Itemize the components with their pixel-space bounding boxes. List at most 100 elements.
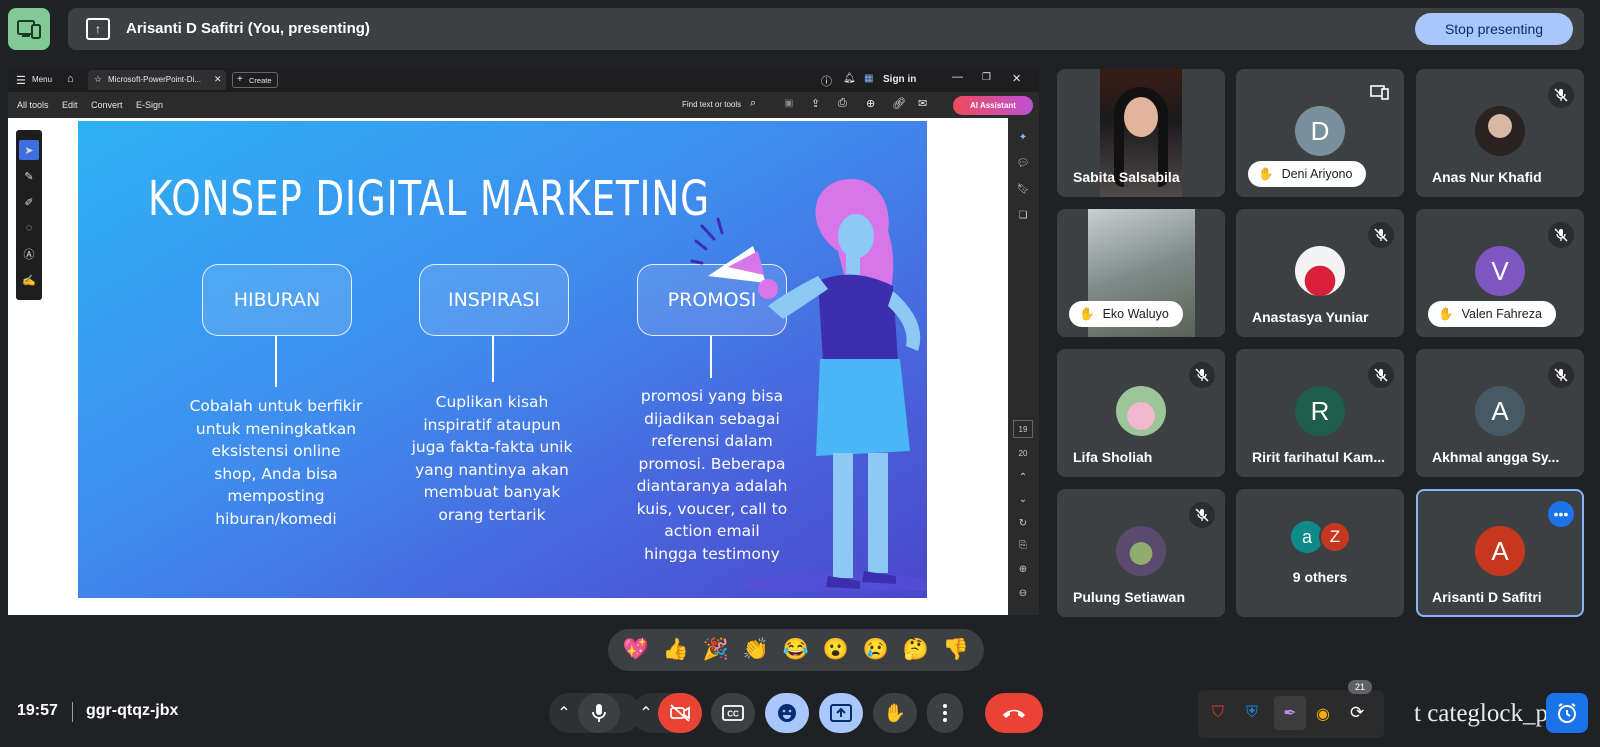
desc-hiburan: Cobalah untuk berfikir untuk meningkatka… [186,395,366,530]
meeting-code[interactable]: ggr-qtqz-jbx [86,702,178,720]
leave-call-button[interactable] [985,693,1043,733]
menu-label[interactable]: Menu [32,75,52,84]
upload-icon[interactable]: ⇪ [811,97,820,110]
tool-all-tools[interactable]: All tools [17,100,49,110]
close-window-icon[interactable]: ✕ [1012,72,1021,85]
page-up-icon[interactable]: ⌃ [1013,468,1033,486]
close-tab-icon[interactable]: ✕ [214,74,222,85]
hand-icon: ✋ [1079,306,1095,321]
zoom-in-icon[interactable]: ⊕ [1013,560,1033,578]
captions-button[interactable]: CC [711,693,755,733]
divider [72,702,73,722]
zoom-out-icon[interactable]: ⊖ [1013,584,1033,602]
alarm-clock-button[interactable] [1546,693,1588,733]
reaction-sad[interactable]: 😢 [863,638,889,662]
comment-tool-icon[interactable]: ✎ [19,166,39,186]
participant-tile[interactable]: D ✋ Deni Ariyono [1236,69,1404,197]
mic-options-chevron-icon[interactable]: ⌃ [549,693,579,733]
pages-icon[interactable]: ❏ [1013,206,1033,224]
print-icon[interactable]: ⎙ [838,97,847,110]
menu-icon[interactable]: ☰ [16,74,26,87]
more-options-icon[interactable]: ••• [1548,501,1574,527]
defender-shield-icon[interactable]: ⛨ [1246,704,1258,722]
mcafee-icon[interactable]: ⛉ [1212,704,1224,722]
sync-icon[interactable]: ⟳ [1350,703,1364,723]
participant-tile[interactable]: Sabita Salsabila [1057,69,1225,197]
reactions-button[interactable] [765,693,809,733]
participant-tile[interactable]: ✋ Eko Waluyo [1057,209,1225,337]
others-tile[interactable]: a Z 9 others [1236,489,1404,617]
page-down-icon[interactable]: ⌄ [1013,490,1033,508]
page-current[interactable]: 19 [1013,420,1033,438]
ai-assistant-button[interactable]: AI Assistant [953,96,1033,115]
tool-esign[interactable]: E-Sign [136,100,163,110]
devices-icon [1370,85,1389,100]
participant-tile[interactable]: A Akhmal angga Sy... [1416,349,1584,477]
reaction-party[interactable]: 🎉 [703,638,729,662]
camera-off-button[interactable] [658,693,702,733]
rotate-icon[interactable]: ↻ [1013,514,1033,532]
participant-tile[interactable]: V ✋ Valen Fahreza [1416,209,1584,337]
microphone-button[interactable] [578,693,620,733]
reaction-heart[interactable]: 💖 [623,638,649,662]
meet-app-icon[interactable] [8,8,50,50]
select-tool-icon[interactable]: ➤ [19,140,39,160]
present-screen-icon [830,704,852,722]
ai-rail-icon[interactable]: ✦ [1013,128,1033,146]
more-options-button[interactable] [927,693,963,733]
home-icon[interactable]: ⌂ [67,73,74,85]
tool-convert[interactable]: Convert [91,100,123,110]
stop-presenting-button[interactable]: Stop presenting [1415,13,1573,45]
tool-edit[interactable]: Edit [62,100,78,110]
bell-icon[interactable]: 🔔︎ [843,73,856,84]
reaction-clap[interactable]: 👏 [743,638,769,662]
apps-icon[interactable]: ▦ [864,73,873,84]
reaction-thinking[interactable]: 🤔 [903,638,929,662]
participant-tile[interactable]: Anastasya Yuniar [1236,209,1404,337]
help-icon[interactable]: ⓘ [821,73,832,89]
reaction-surprised[interactable]: 😮 [823,638,849,662]
sign-in-link[interactable]: Sign in [883,74,916,85]
avatar: V [1475,246,1525,296]
desc-line: Cuplikan kisah [435,393,549,411]
self-tile[interactable]: ••• A Arisanti D Safitri [1416,489,1584,617]
minimize-icon[interactable]: — [952,71,963,83]
participant-tile[interactable]: Pulung Setiawan [1057,489,1225,617]
microphone-icon [592,704,606,722]
pdf-left-toolbar: ➤ ✎ ✐ ◌ Ⓐ ✍ [16,130,42,300]
pdf-tab[interactable]: ☆ Microsoft-PowerPoint-Di... ✕ [88,70,226,90]
desc-line: juga fakta-fakta unik [411,438,573,456]
raise-hand-button[interactable]: ✋ [873,693,917,733]
participant-tile[interactable]: R Ririt farihatul Kam... [1236,349,1404,477]
find-text[interactable]: Find text or tools [682,100,741,109]
pdf-tab-title: Microsoft-PowerPoint-Di... [108,75,201,84]
bookmark-icon[interactable]: 🔖︎ [1013,180,1033,198]
export-icon[interactable]: ⎘ [1013,536,1033,554]
save-icon[interactable]: ▣ [784,98,793,109]
pen-icon[interactable]: ✒ [1274,696,1306,730]
search-icon[interactable]: ⌕ [750,97,756,110]
display-icon[interactable]: ◉ [1316,704,1330,724]
sign-tool-icon[interactable]: ✍ [19,270,39,290]
participant-name: Deni Ariyono [1281,167,1353,181]
alarm-clock-icon [1558,703,1576,723]
present-button[interactable] [819,693,863,733]
reaction-laugh[interactable]: 😂 [783,638,809,662]
highlight-tool-icon[interactable]: ✐ [19,192,39,212]
create-button[interactable]: + Create [232,72,278,88]
plus-icon: + [237,74,243,85]
text-tool-icon[interactable]: Ⓐ [19,244,39,264]
link-icon[interactable]: 🔗︎ [892,97,906,110]
restore-icon[interactable]: ❐ [982,72,991,83]
camera-options-chevron-icon[interactable]: ⌃ [632,693,660,733]
reaction-thumbs-down[interactable]: 👎 [943,638,969,662]
lasso-tool-icon[interactable]: ◌ [19,218,39,238]
mail-icon[interactable]: ✉ [918,97,927,110]
participant-tile[interactable]: Lifa Sholiah [1057,349,1225,477]
reaction-thumbs-up[interactable]: 👍 [663,638,689,662]
comments-icon[interactable]: 💬︎ [1013,154,1033,172]
participant-tile[interactable]: Anas Nur Khafid [1416,69,1584,197]
share-icon[interactable]: ⊕ [866,97,875,110]
pdf-toolbar: All tools Edit Convert E-Sign Find text … [8,92,1039,118]
participant-name: Eko Waluyo [1102,307,1169,321]
